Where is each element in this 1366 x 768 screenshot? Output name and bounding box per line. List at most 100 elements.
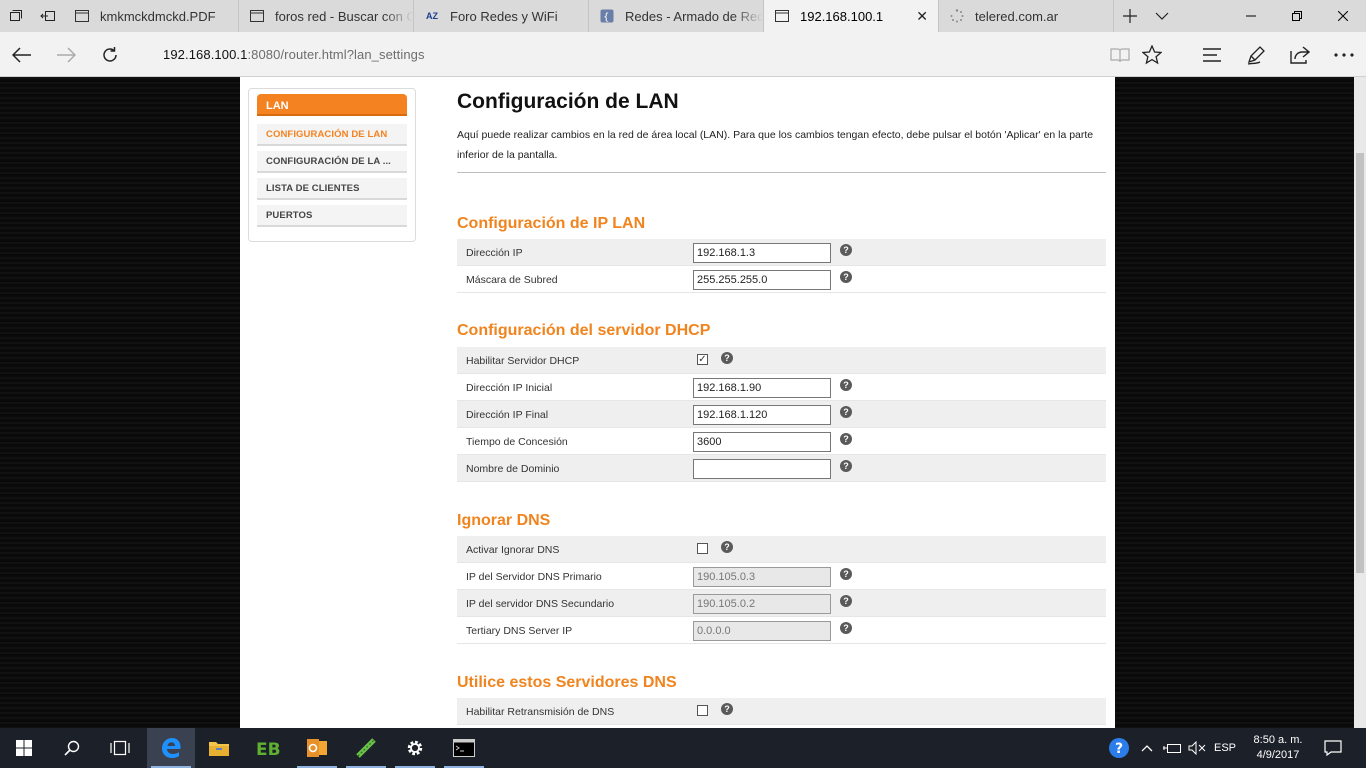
clock[interactable]: 8:50 a. m. 4/9/2017	[1244, 728, 1312, 768]
help-icon[interactable]: ?	[840, 595, 852, 607]
chevron-down-icon	[1155, 12, 1169, 20]
help-icon[interactable]: ?	[840, 460, 852, 472]
volume-button[interactable]	[1186, 728, 1208, 768]
row-dns-relay: Habilitar Retransmisión de DNS ?	[457, 698, 1106, 725]
domain-name-input[interactable]	[693, 459, 831, 479]
close-tab-icon[interactable]: ✕	[916, 8, 928, 25]
sidebar-header: LAN	[257, 94, 407, 116]
help-icon[interactable]: ?	[840, 433, 852, 445]
dhcp-enable-label: Habilitar Servidor DHCP	[466, 355, 580, 367]
hub-icon	[1203, 47, 1221, 62]
help-icon[interactable]: ?	[721, 703, 733, 715]
gear-icon	[407, 740, 423, 756]
help-icon[interactable]: ?	[840, 244, 852, 256]
back-button[interactable]	[0, 32, 44, 77]
help-icon[interactable]: ?	[840, 622, 852, 634]
sidebar-item-lan-config[interactable]: CONFIGURACIÓN DE LAN	[257, 124, 407, 146]
help-icon[interactable]: ?	[721, 352, 733, 364]
tab-title: Foro Redes y WiFi	[450, 8, 558, 24]
row-dhcp-start: Dirección IP Inicial ?	[457, 374, 1106, 401]
sidebar-item-client-list[interactable]: LISTA DE CLIENTES	[257, 178, 407, 200]
az-logo-icon: AZ	[426, 11, 438, 21]
forward-button[interactable]	[44, 32, 88, 77]
row-lease-time: Tiempo de Concesión ?	[457, 428, 1106, 455]
help-icon[interactable]: ?	[840, 379, 852, 391]
row-domain-name: Nombre de Dominio ?	[457, 455, 1106, 482]
lease-time-input[interactable]	[693, 432, 831, 452]
language-indicator[interactable]: ESP	[1210, 728, 1240, 768]
search-icon	[64, 740, 80, 756]
command-prompt-button[interactable]	[440, 728, 488, 768]
task-view-button[interactable]	[96, 728, 144, 768]
tab-preview-button[interactable]	[1146, 0, 1178, 32]
help-icon[interactable]: ?	[840, 406, 852, 418]
dhcp-end-input[interactable]	[693, 405, 831, 425]
tab-telered[interactable]: telered.com.ar	[939, 0, 1114, 32]
svg-text:{: {	[603, 12, 609, 23]
row-dhcp-enable: Habilitar Servidor DHCP ✓ ?	[457, 347, 1106, 374]
file-explorer-button[interactable]	[195, 728, 243, 768]
sidebar-item-ports[interactable]: PUERTOS	[257, 205, 407, 227]
new-tab-button[interactable]	[1114, 0, 1146, 32]
address-bar: 192.168.100.1:8080/router.html?lan_setti…	[0, 32, 1366, 77]
notification-icon	[1324, 740, 1342, 756]
show-tabs-aside-button[interactable]	[32, 0, 64, 32]
url-host: 192.168.100.1	[163, 47, 248, 62]
dns-tertiary-input	[693, 621, 831, 641]
search-button[interactable]	[48, 728, 96, 768]
minimize-button[interactable]	[1228, 0, 1274, 32]
dhcp-start-input[interactable]	[693, 378, 831, 398]
outlook-button[interactable]	[293, 728, 341, 768]
dns-secondary-input	[693, 594, 831, 614]
subnet-mask-input[interactable]	[693, 270, 831, 290]
edge-taskbar-button[interactable]	[147, 728, 195, 768]
tab-search[interactable]: foros red - Buscar con C	[239, 0, 414, 32]
refresh-button[interactable]	[88, 32, 132, 77]
row-dns-secondary: IP del servidor DNS Secundario ?	[457, 590, 1106, 617]
settings-button[interactable]	[391, 728, 439, 768]
help-tray-button[interactable]: ?	[1106, 728, 1132, 768]
url-field[interactable]: 192.168.100.1:8080/router.html?lan_setti…	[163, 47, 425, 62]
close-window-button[interactable]	[1320, 0, 1366, 32]
web-note-button[interactable]	[1234, 32, 1278, 77]
tab-pdf[interactable]: kmkmckdmckd.PDF	[64, 0, 239, 32]
share-icon	[1290, 45, 1310, 64]
tabs-aside-icon	[10, 10, 22, 21]
book-icon	[1110, 47, 1130, 62]
scrollbar-thumb[interactable]	[1356, 153, 1364, 573]
page-description: Aquí puede realizar cambios en la red de…	[457, 129, 1094, 161]
network-tool-icon	[356, 738, 376, 758]
task-view-icon	[110, 740, 130, 756]
tab-redes[interactable]: { Redes - Armado de Rec	[589, 0, 764, 32]
help-icon[interactable]: ?	[840, 568, 852, 580]
set-tabs-aside-button[interactable]	[0, 0, 32, 32]
sidebar-item-lan-config-2[interactable]: CONFIGURACIÓN DE LA ...	[257, 151, 407, 173]
show-hidden-icons-button[interactable]	[1138, 728, 1156, 768]
tab-router[interactable]: 192.168.100.1 ✕	[764, 0, 939, 32]
page-scrollbar[interactable]	[1354, 77, 1366, 728]
tab-foro[interactable]: AZ Foro Redes y WiFi	[414, 0, 589, 32]
favorites-button[interactable]	[1130, 32, 1174, 77]
restore-button[interactable]	[1274, 0, 1320, 32]
ip-address-label: Dirección IP	[466, 247, 523, 259]
share-button[interactable]	[1278, 32, 1322, 77]
ignore-dns-checkbox[interactable]	[697, 543, 708, 554]
hub-button[interactable]	[1190, 32, 1234, 77]
row-dns-tertiary: Tertiary DNS Server IP ?	[457, 617, 1106, 644]
power-tray-button[interactable]	[1160, 728, 1184, 768]
dhcp-enable-checkbox[interactable]: ✓	[697, 354, 708, 365]
row-dns-primary: IP del Servidor DNS Primario ?	[457, 563, 1106, 590]
help-icon[interactable]: ?	[840, 271, 852, 283]
start-button[interactable]	[0, 728, 48, 768]
eb-app-button[interactable]: EB	[244, 728, 292, 768]
section-title-dhcp: Configuración del servidor DHCP	[457, 322, 711, 339]
help-icon[interactable]: ?	[721, 541, 733, 553]
more-button[interactable]	[1322, 32, 1366, 77]
ip-address-input[interactable]	[693, 243, 831, 263]
arrow-right-icon	[57, 46, 76, 63]
more-icon	[1334, 52, 1354, 57]
chevron-up-icon	[1141, 745, 1153, 752]
action-center-button[interactable]	[1318, 728, 1348, 768]
dns-relay-checkbox[interactable]	[697, 705, 708, 716]
network-tool-button[interactable]	[342, 728, 390, 768]
